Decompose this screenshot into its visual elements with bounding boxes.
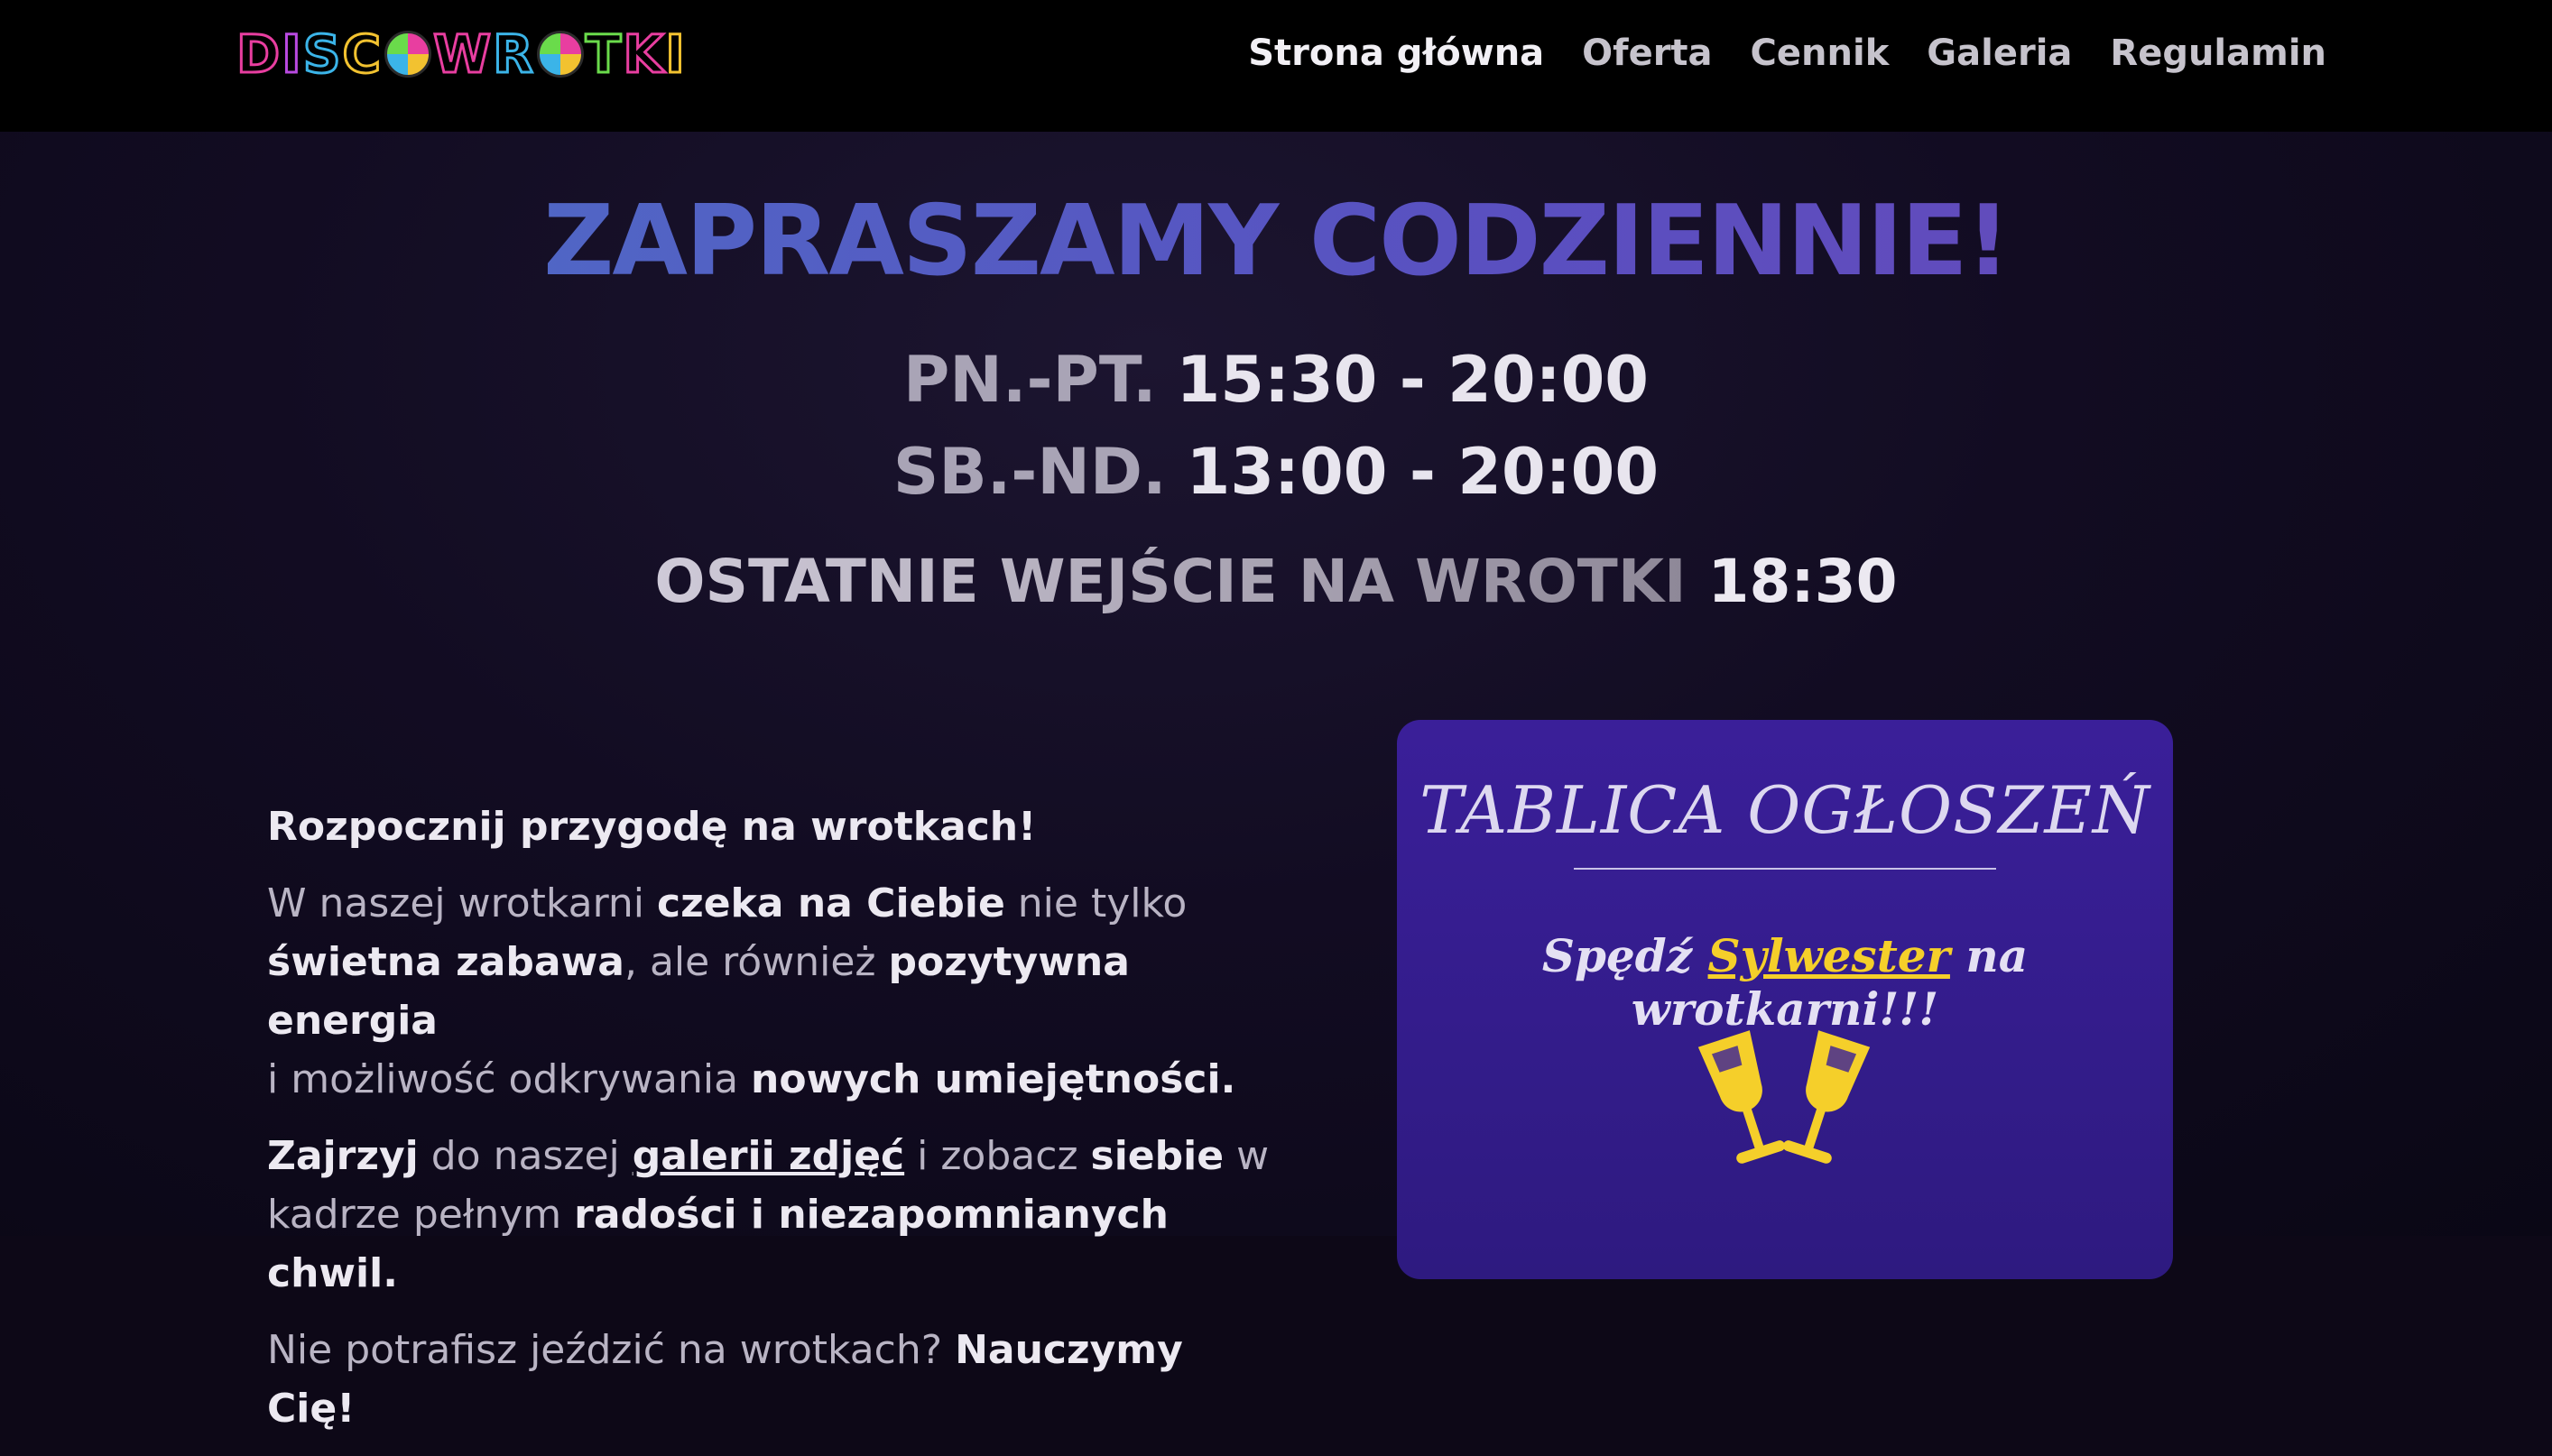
board-message: Spędź Sylwester na wrotkarni!!! bbox=[1397, 929, 2173, 1036]
about-paragraph: W naszej wrotkarni czeka na Ciebie nie t… bbox=[267, 874, 1278, 1109]
about-paragraph: Zajrzyj do naszej galerii zdjęć i zobacz… bbox=[267, 1127, 1278, 1303]
text: i możliwość odkrywania bbox=[267, 1056, 752, 1102]
hours-time: 13:00 - 20:00 bbox=[1186, 435, 1660, 509]
page-headline: ZAPRASZAMY CODZIENNIE! bbox=[0, 185, 2552, 298]
text-bold: Zajrzyj bbox=[267, 1133, 419, 1179]
about-lead: Rozpocznij przygodę na wrotkach! bbox=[267, 804, 1037, 850]
hours-time: 15:30 - 20:00 bbox=[1176, 343, 1649, 417]
text: i zobacz bbox=[904, 1133, 1091, 1179]
nav-item-pricing[interactable]: Cennik bbox=[1751, 32, 1890, 74]
about-paragraph: Nie potrafisz jeździć na wrotkach? Naucz… bbox=[267, 1321, 1278, 1438]
gallery-link[interactable]: galerii zdjęć bbox=[633, 1133, 904, 1179]
disco-ball-icon bbox=[384, 31, 432, 78]
hours-days: PN.-PT. bbox=[903, 343, 1157, 417]
text-bold: nowych umiejętności. bbox=[751, 1056, 1236, 1102]
text-bold: świetna zabawa bbox=[267, 939, 624, 985]
text: W naszej wrotkarni bbox=[267, 880, 658, 926]
text-bold: siebie bbox=[1090, 1133, 1225, 1179]
text-bold: czeka na Ciebie bbox=[657, 880, 1005, 926]
announcement-board: TABLICA OGŁOSZEŃ Spędź Sylwester na wrot… bbox=[1397, 720, 2173, 1279]
nav-item-gallery[interactable]: Galeria bbox=[1927, 32, 2072, 74]
hours-days: SB.-ND. bbox=[892, 435, 1167, 509]
last-entry-label: OSTATNIE WEJŚCIE NA WROTKI bbox=[654, 547, 1687, 616]
top-navbar: D I S C W R T K I Strona główna Oferta C… bbox=[0, 0, 2552, 132]
champagne-glasses-icon bbox=[1697, 1030, 1871, 1164]
board-divider bbox=[1574, 868, 1996, 870]
text: nie tylko bbox=[1004, 880, 1188, 926]
text: , ale również bbox=[624, 939, 889, 985]
text: Spędź bbox=[1541, 929, 1708, 982]
nav-item-rules[interactable]: Regulamin bbox=[2110, 32, 2326, 74]
nav-item-offer[interactable]: Oferta bbox=[1582, 32, 1712, 74]
disco-ball-icon bbox=[536, 31, 584, 78]
hours-weekend: SB.-ND. 13:00 - 20:00 bbox=[0, 435, 2552, 509]
about-text: Rozpocznij przygodę na wrotkach! W nasze… bbox=[267, 797, 1278, 1456]
hours-weekdays: PN.-PT. 15:30 - 20:00 bbox=[0, 343, 2552, 417]
last-entry-time: 18:30 bbox=[1707, 547, 1898, 616]
nav-item-home[interactable]: Strona główna bbox=[1248, 32, 1544, 74]
text: do naszej bbox=[418, 1133, 633, 1179]
text: Nie potrafisz jeździć na wrotkach? bbox=[267, 1327, 956, 1373]
new-year-link[interactable]: Sylwester bbox=[1708, 929, 1950, 982]
last-entry: OSTATNIE WEJŚCIE NA WROTKI 18:30 bbox=[0, 547, 2552, 616]
main-menu: Strona główna Oferta Cennik Galeria Regu… bbox=[1248, 32, 2326, 74]
board-title: TABLICA OGŁOSZEŃ bbox=[1419, 772, 2150, 848]
site-logo[interactable]: D I S C W R T K I bbox=[235, 23, 687, 87]
